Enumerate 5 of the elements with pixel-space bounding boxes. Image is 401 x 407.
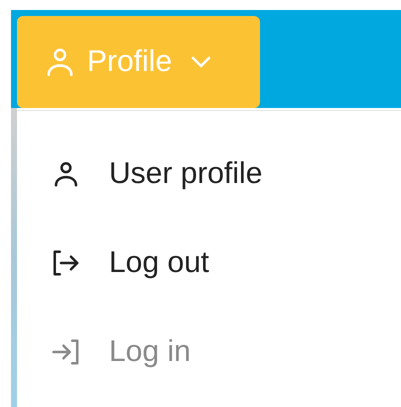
login-icon [51, 336, 81, 366]
logout-icon [51, 248, 81, 278]
menu-item[interactable]: User profile [17, 129, 401, 218]
menu-item[interactable]: Log out [17, 218, 401, 307]
caret-icon [190, 55, 212, 69]
